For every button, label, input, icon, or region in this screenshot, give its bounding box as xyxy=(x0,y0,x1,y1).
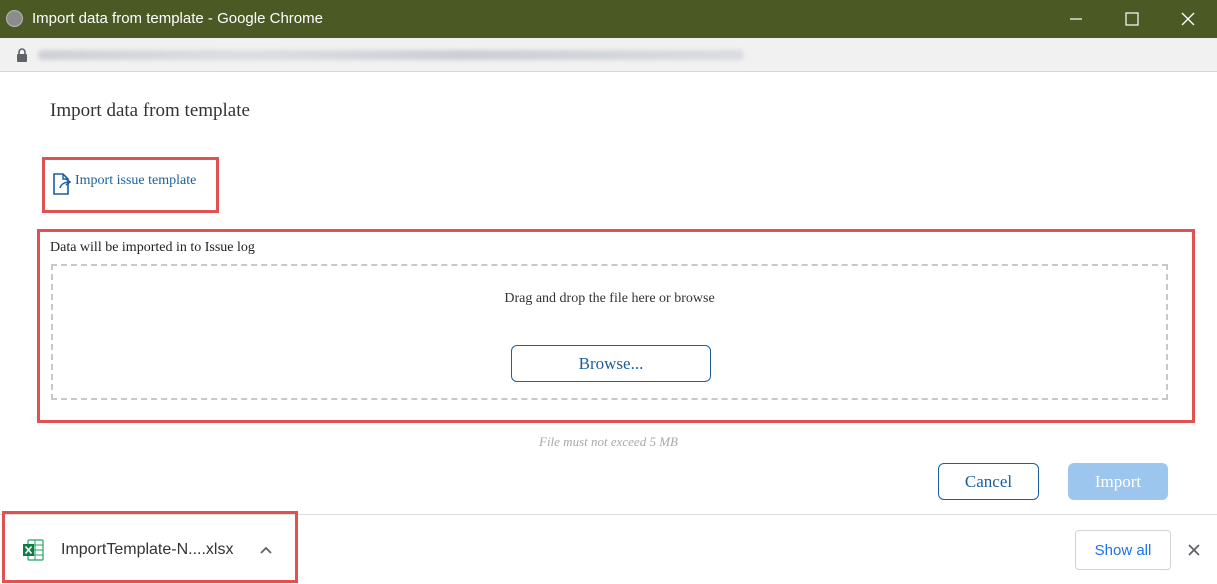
minimize-icon xyxy=(1070,18,1082,20)
highlight-dropzone xyxy=(37,229,1195,423)
highlight-download-item xyxy=(2,511,298,583)
file-size-note: File must not exceed 5 MB xyxy=(539,434,678,449)
close-window-button[interactable] xyxy=(1162,0,1214,38)
window-title: Import data from template - Google Chrom… xyxy=(32,10,323,27)
close-shelf-icon[interactable] xyxy=(1186,542,1202,558)
address-bar xyxy=(0,38,1217,72)
window-titlebar: Import data from template - Google Chrom… xyxy=(0,0,1217,38)
cancel-button[interactable]: Cancel xyxy=(938,463,1039,500)
minimize-button[interactable] xyxy=(1050,0,1102,38)
dialog-title: Import data from template xyxy=(50,100,250,121)
import-button[interactable]: Import xyxy=(1068,463,1168,500)
highlight-template-link xyxy=(42,157,219,213)
close-icon xyxy=(1181,12,1195,26)
url-field-blurred[interactable] xyxy=(38,50,744,60)
maximize-icon xyxy=(1125,12,1139,26)
globe-icon xyxy=(6,10,23,27)
lock-icon xyxy=(17,48,27,62)
show-all-button[interactable]: Show all xyxy=(1075,530,1171,570)
maximize-button[interactable] xyxy=(1106,0,1158,38)
